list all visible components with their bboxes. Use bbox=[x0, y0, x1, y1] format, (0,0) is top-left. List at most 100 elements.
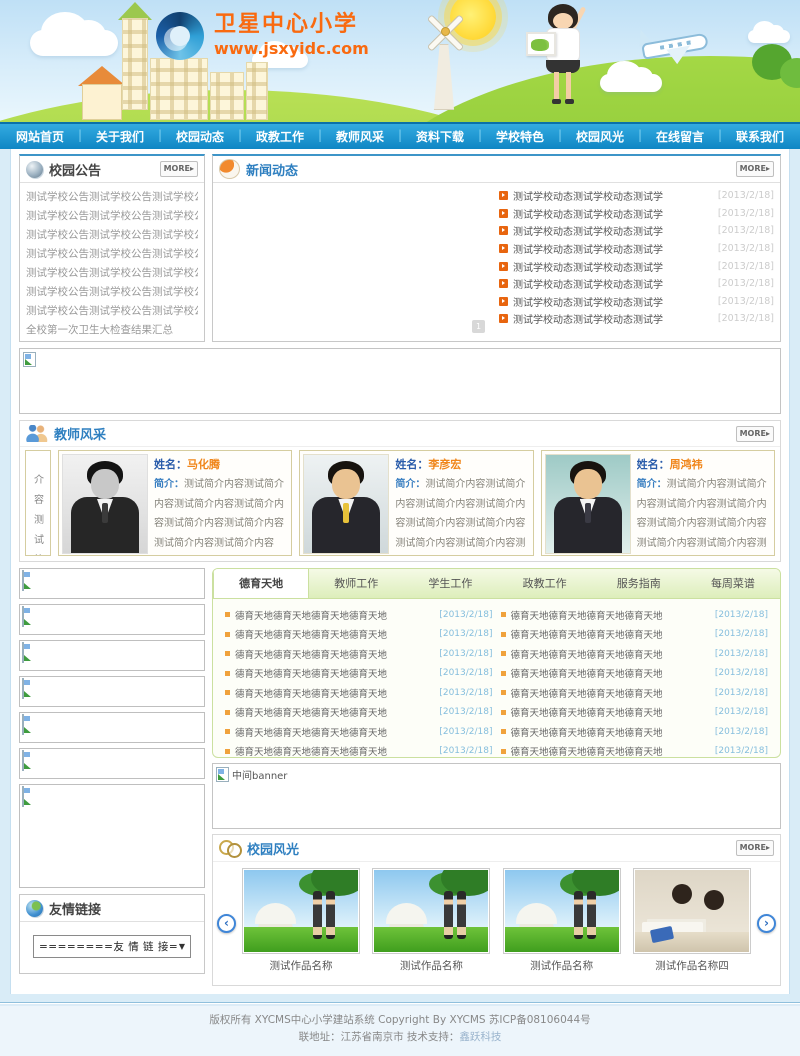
announcement-item[interactable]: 测试学校公告测试学校公告测试学校公告 bbox=[26, 245, 198, 264]
announcement-item[interactable]: 测试学校公告测试学校公告测试学校公告 bbox=[26, 226, 198, 245]
scenery-photo-item[interactable]: 测试作品名称 bbox=[372, 868, 490, 978]
list-item[interactable]: 德育天地德育天地德育天地德育天地 [2013/2/18] bbox=[225, 722, 493, 742]
news-item[interactable]: 测试学校动态测试学校动态测试学 [2013/2/18] bbox=[499, 257, 774, 275]
scenery-photo-item[interactable]: 测试作品名称四 bbox=[633, 868, 751, 978]
teacher-card[interactable]: 姓名：李彦宏 简介：测试简介内容测试简介内容测试简介内容测试简介内容测试简介内容… bbox=[299, 450, 533, 556]
list-item-text: 德育天地德育天地德育天地德育天地 bbox=[511, 725, 710, 739]
sidebar-image-placeholder bbox=[19, 748, 205, 779]
news-item[interactable]: 测试学校动态测试学校动态测试学 [2013/2/18] bbox=[499, 310, 774, 328]
nav-item[interactable]: 在线留言 bbox=[640, 128, 720, 145]
footer: 版权所有 XYCMS中心小学建站系统 Copyright By XYCMS 苏I… bbox=[0, 1002, 800, 1056]
nav-item[interactable]: 关于我们 bbox=[80, 128, 160, 145]
category-tab[interactable]: 服务指南 bbox=[592, 569, 686, 598]
teachers-more-button[interactable]: MORE▸ bbox=[736, 426, 774, 442]
nav-item[interactable]: 资料下载 bbox=[400, 128, 480, 145]
scenery-photo-item[interactable]: 测试作品名称 bbox=[242, 868, 360, 978]
photo-frame bbox=[633, 868, 751, 954]
teacher-photo-face bbox=[91, 469, 119, 499]
copyright-line: 版权所有 XYCMS中心小学建站系统 Copyright By XYCMS 苏I… bbox=[0, 1012, 800, 1029]
tab-bar: 德育天地 教师工作 学生工作 政教工作 服务指南 每周菜谱 bbox=[213, 569, 780, 599]
square-bullet-icon bbox=[225, 651, 230, 656]
scenery-caption: 测试作品名称 bbox=[503, 954, 621, 978]
announcement-item[interactable]: 全校第一次卫生大检查结果汇总 bbox=[26, 321, 198, 340]
orange-arrow-bullet-icon bbox=[499, 209, 508, 218]
list-item[interactable]: 德育天地德育天地德育天地德育天地 [2013/2/18] bbox=[501, 664, 769, 684]
list-item[interactable]: 德育天地德育天地德育天地德育天地 [2013/2/18] bbox=[225, 625, 493, 645]
list-item-date: [2013/2/18] bbox=[715, 707, 768, 717]
teacher-card[interactable]: 姓名：马化腾 简介：测试简介内容测试简介内容测试简介内容测试简介内容测试简介内容… bbox=[58, 450, 292, 556]
news-item[interactable]: 测试学校动态测试学校动态测试学 [2013/2/18] bbox=[499, 275, 774, 293]
scenery-caption: 测试作品名称 bbox=[372, 954, 490, 978]
scenery-photo-item[interactable]: 测试作品名称 bbox=[503, 868, 621, 978]
nav-item[interactable]: 网站首页 bbox=[0, 128, 80, 145]
tech-support-link[interactable]: 鑫跃科技 bbox=[459, 1031, 501, 1043]
orange-arrow-bullet-icon bbox=[499, 262, 508, 271]
category-tab[interactable]: 每周菜谱 bbox=[686, 569, 780, 598]
teachers-panel: 教师风采 MORE▸ 介容测试简 bbox=[19, 420, 781, 562]
carousel-next-button[interactable]: › bbox=[757, 914, 776, 933]
announcement-item[interactable]: 测试学校公告测试学校公告测试学校公告 bbox=[26, 188, 198, 207]
left-sidebar: 友情链接 ========友 情 链 接======= ▼ bbox=[19, 568, 205, 986]
broken-image-icon bbox=[22, 678, 24, 699]
news-item-text: 测试学校动态测试学校动态测试学 bbox=[513, 223, 713, 238]
square-bullet-icon bbox=[501, 612, 506, 617]
scenery-carousel: ‹ bbox=[213, 862, 780, 978]
list-item-text: 德育天地德育天地德育天地德育天地 bbox=[511, 608, 710, 622]
list-item[interactable]: 德育天地德育天地德育天地德育天地 [2013/2/18] bbox=[225, 664, 493, 684]
list-item[interactable]: 德育天地德育天地德育天地德育天地 [2013/2/18] bbox=[501, 722, 769, 742]
orange-arrow-bullet-icon bbox=[499, 279, 508, 288]
announcements-panel: 校园公告 MORE▸ 测试学校公告测试学校公告测试学校公告 测试学校公告测试学校… bbox=[19, 154, 205, 342]
square-bullet-icon bbox=[501, 651, 506, 656]
teachers-title: 教师风采 bbox=[54, 424, 106, 443]
airplane-wing bbox=[666, 46, 692, 66]
carousel-prev-button[interactable]: ‹ bbox=[217, 914, 236, 933]
category-tab[interactable]: 教师工作 bbox=[309, 569, 403, 598]
announcement-item[interactable]: 测试学校公告测试学校公告测试学校公告 bbox=[26, 302, 198, 321]
announcement-item[interactable]: 测试学校公告测试学校公告测试学校公告 bbox=[26, 264, 198, 283]
list-item[interactable]: 德育天地德育天地德育天地德育天地 [2013/2/18] bbox=[225, 605, 493, 625]
nav-item[interactable]: 学校特色 bbox=[480, 128, 560, 145]
list-item[interactable]: 德育天地德育天地德育天地德育天地 [2013/2/18] bbox=[501, 683, 769, 703]
slideshow-pager-button[interactable]: 1 bbox=[472, 320, 485, 333]
middle-banner-placeholder: 中间banner bbox=[212, 763, 781, 829]
site-logo[interactable]: 卫星中心小学 www.jsxyidc.com bbox=[156, 12, 369, 60]
list-item[interactable]: 德育天地德育天地德育天地德育天地 [2013/2/18] bbox=[501, 625, 769, 645]
teacher-card[interactable]: 姓名：周鸿祎 简介：测试简介内容测试简介内容测试简介内容测试简介内容测试简介内容… bbox=[541, 450, 775, 556]
friend-links-dropdown[interactable]: ========友 情 链 接======= ▼ bbox=[33, 935, 191, 958]
list-item[interactable]: 德育天地德育天地德育天地德育天地 [2013/2/18] bbox=[225, 703, 493, 723]
sidebar-image-placeholder bbox=[19, 604, 205, 635]
category-tab[interactable]: 政教工作 bbox=[498, 569, 592, 598]
category-tab[interactable]: 学生工作 bbox=[403, 569, 497, 598]
announcement-item[interactable]: 测试学校公告测试学校公告测试学校公告 bbox=[26, 207, 198, 226]
news-item[interactable]: 测试学校动态测试学校动态测试学 [2013/2/18] bbox=[499, 187, 774, 205]
list-item[interactable]: 德育天地德育天地德育天地德育天地 [2013/2/18] bbox=[501, 703, 769, 723]
nav-item[interactable]: 政教工作 bbox=[240, 128, 320, 145]
category-tab[interactable]: 德育天地 bbox=[213, 569, 309, 598]
main-column: 德育天地 教师工作 学生工作 政教工作 服务指南 每周菜谱 bbox=[212, 568, 781, 986]
news-item[interactable]: 测试学校动态测试学校动态测试学 [2013/2/18] bbox=[499, 205, 774, 223]
list-item[interactable]: 德育天地德育天地德育天地德育天地 [2013/2/18] bbox=[225, 742, 493, 759]
nav-item[interactable]: 联系我们 bbox=[720, 128, 800, 145]
scenery-photo-list: 测试作品名称 bbox=[242, 868, 751, 978]
announcement-item[interactable]: 测试学校公告测试学校公告测试学校公告 bbox=[26, 283, 198, 302]
windmill-tower bbox=[432, 44, 456, 110]
nav-item[interactable]: 教师风采 bbox=[320, 128, 400, 145]
list-item[interactable]: 德育天地德育天地德育天地德育天地 [2013/2/18] bbox=[501, 742, 769, 759]
news-item[interactable]: 测试学校动态测试学校动态测试学 [2013/2/18] bbox=[499, 240, 774, 258]
list-item-text: 德育天地德育天地德育天地德育天地 bbox=[511, 666, 710, 680]
nav-item[interactable]: 校园风光 bbox=[560, 128, 640, 145]
news-panel: 新闻动态 MORE▸ 1 测试学校动态测试学校动态测试学 [2013/2/18] bbox=[212, 154, 781, 342]
name-label: 姓名： bbox=[154, 458, 187, 471]
teacher-name: 马化腾 bbox=[187, 458, 220, 471]
news-more-button[interactable]: MORE▸ bbox=[736, 161, 774, 177]
news-item[interactable]: 测试学校动态测试学校动态测试学 [2013/2/18] bbox=[499, 293, 774, 311]
scenery-more-button[interactable]: MORE▸ bbox=[736, 840, 774, 856]
nav-item[interactable]: 校园动态 bbox=[160, 128, 240, 145]
news-item[interactable]: 测试学校动态测试学校动态测试学 [2013/2/18] bbox=[499, 222, 774, 240]
list-item[interactable]: 德育天地德育天地德育天地德育天地 [2013/2/18] bbox=[501, 605, 769, 625]
list-item[interactable]: 德育天地德育天地德育天地德育天地 [2013/2/18] bbox=[225, 683, 493, 703]
list-item[interactable]: 德育天地德育天地德育天地德育天地 [2013/2/18] bbox=[501, 644, 769, 664]
teacher-photo bbox=[63, 455, 147, 553]
announcements-more-button[interactable]: MORE▸ bbox=[160, 161, 198, 177]
list-item[interactable]: 德育天地德育天地德育天地德育天地 [2013/2/18] bbox=[225, 644, 493, 664]
